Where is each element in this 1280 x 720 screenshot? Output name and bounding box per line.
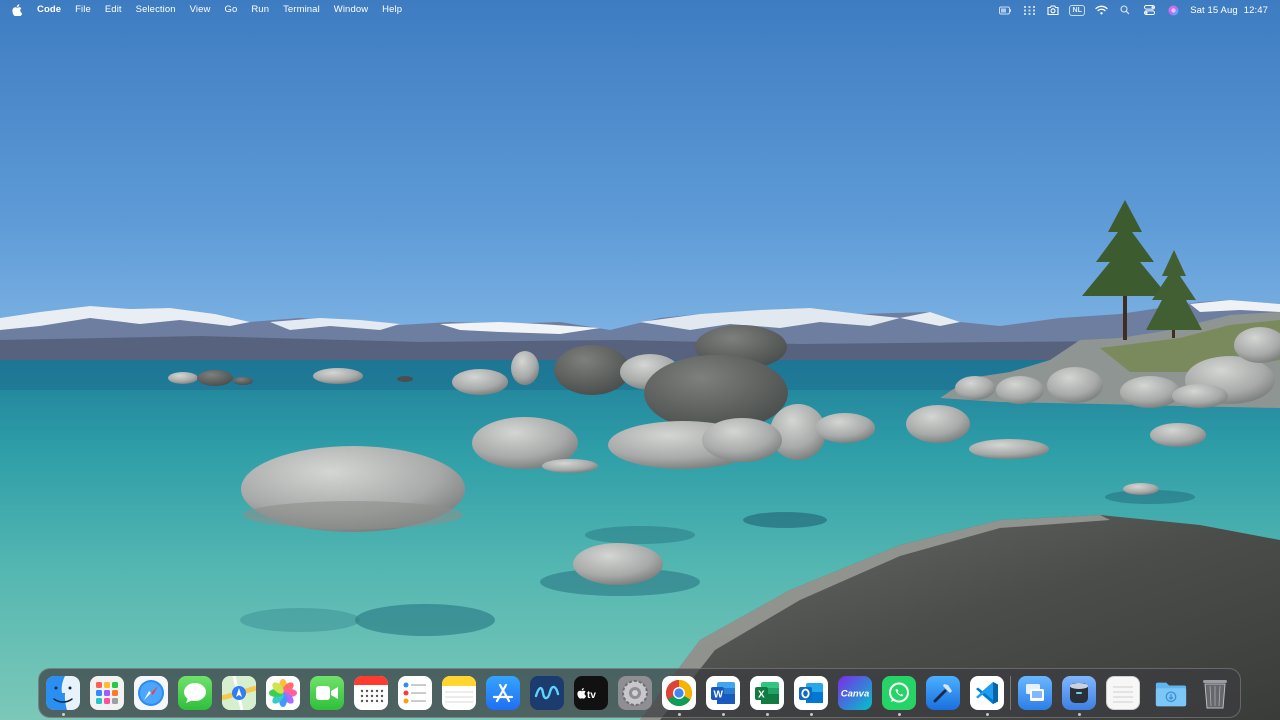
safari-icon	[138, 680, 164, 706]
disk-utility-icon	[1070, 683, 1088, 703]
trash-icon	[1203, 680, 1227, 709]
clock-time: 12:47	[1243, 4, 1268, 16]
finder-icon	[46, 676, 80, 710]
dock-item-apple-tv[interactable]: tv	[574, 676, 608, 710]
dock-item-finder[interactable]	[46, 676, 80, 710]
running-indicator	[62, 713, 65, 716]
apple-tv-icon: tv	[577, 688, 596, 701]
dock-item-trash[interactable]	[1198, 676, 1232, 710]
desktop-wallpaper	[0, 0, 1280, 720]
notes-icon	[442, 676, 476, 703]
dock-item-chrome[interactable]	[662, 676, 696, 710]
running-indicator	[766, 713, 769, 716]
menu-file[interactable]: File	[68, 0, 98, 20]
dock-item-app-store[interactable]	[486, 676, 520, 710]
dock-item-excel[interactable]: X	[750, 676, 784, 710]
running-indicator	[678, 713, 681, 716]
dock-item-safari[interactable]	[134, 676, 168, 710]
dock-item-disk-utility[interactable]	[1062, 676, 1096, 710]
calendar-icon	[354, 676, 388, 703]
siri-icon[interactable]	[1166, 4, 1180, 16]
running-indicator	[810, 713, 813, 716]
word-label: W	[714, 690, 724, 701]
dock-item-launchpad[interactable]	[90, 676, 124, 710]
dock-item-vscode[interactable]	[970, 676, 1004, 710]
menu-window[interactable]: Window	[327, 0, 375, 20]
menu-edit[interactable]: Edit	[98, 0, 129, 20]
dock-item-word[interactable]: W	[706, 676, 740, 710]
search-icon[interactable]	[1118, 4, 1132, 16]
downloads-folder-icon	[1155, 682, 1187, 707]
excel-label: X	[758, 690, 765, 701]
menu-app-name[interactable]: Code	[30, 0, 68, 20]
running-indicator	[898, 713, 901, 716]
launchpad-icon	[96, 682, 118, 704]
dock-item-preview[interactable]	[1018, 676, 1052, 710]
document-icon	[1113, 686, 1133, 703]
menu-view[interactable]: View	[183, 0, 218, 20]
vscode-icon	[976, 682, 998, 704]
running-indicator	[986, 713, 989, 716]
messages-icon	[184, 683, 206, 703]
preview-icon	[1026, 684, 1044, 701]
menu-help[interactable]: Help	[375, 0, 409, 20]
app-store-icon	[492, 683, 514, 703]
chrome-icon	[665, 679, 693, 707]
maps-icon	[222, 676, 256, 710]
camera-icon[interactable]	[1046, 4, 1060, 16]
dock-item-canva[interactable]: Canva	[838, 676, 872, 710]
apple-tv-label: tv	[587, 690, 596, 701]
facetime-icon	[316, 686, 338, 700]
menu-run[interactable]: Run	[244, 0, 276, 20]
dock-item-notes[interactable]	[442, 676, 476, 710]
menu-bar-clock[interactable]: Sat 15 Aug 12:47	[1190, 5, 1268, 16]
menu-selection[interactable]: Selection	[129, 0, 183, 20]
control-center-icon[interactable]	[1142, 4, 1156, 16]
input-source-icon[interactable]: NL	[1069, 4, 1085, 16]
menu-bar-left: Code File Edit Selection View Go Run Ter…	[0, 0, 409, 20]
running-indicator	[1078, 713, 1081, 716]
dock-item-facetime[interactable]	[310, 676, 344, 710]
dock-item-reminders[interactable]	[398, 676, 432, 710]
dock-item-outlook[interactable]	[794, 676, 828, 710]
dock-item-system-settings[interactable]	[618, 676, 652, 710]
dock-item-downloads[interactable]	[1154, 676, 1188, 710]
dock-item-maps[interactable]	[222, 676, 256, 710]
menu-bar: Code File Edit Selection View Go Run Ter…	[0, 0, 1280, 20]
apple-menu-icon[interactable]	[12, 4, 22, 16]
canva-label: Canva	[841, 689, 870, 700]
freeform-icon	[534, 685, 560, 700]
battery-icon[interactable]	[998, 4, 1012, 16]
input-source-label: NL	[1069, 4, 1085, 16]
dock-item-document[interactable]	[1106, 676, 1140, 710]
clock-date: Sat 15 Aug	[1190, 4, 1238, 16]
excel-icon: X	[755, 682, 779, 704]
dock-item-whatsapp[interactable]	[882, 676, 916, 710]
running-indicator	[722, 713, 725, 716]
whatsapp-icon	[889, 682, 909, 703]
dock-item-photos[interactable]	[266, 676, 300, 710]
dock-item-xcode[interactable]	[926, 676, 960, 710]
wifi-icon[interactable]	[1094, 4, 1108, 16]
dock-separator	[1010, 676, 1011, 710]
photos-icon	[269, 679, 297, 707]
menu-go[interactable]: Go	[217, 0, 244, 20]
dock-item-calendar[interactable]	[354, 676, 388, 710]
menu-terminal[interactable]: Terminal	[276, 0, 327, 20]
canva-icon: Canva	[841, 689, 870, 700]
reminders-icon	[403, 682, 426, 704]
outlook-icon	[799, 683, 823, 703]
settings-icon	[622, 680, 648, 706]
dock-item-messages[interactable]	[178, 676, 212, 710]
xcode-icon	[933, 684, 952, 703]
dock-item-freeform[interactable]	[530, 676, 564, 710]
word-icon: W	[711, 682, 735, 704]
menu-bar-status-area: NL Sat 15 Aug 12:47	[998, 0, 1280, 20]
grid-icon[interactable]	[1022, 4, 1036, 16]
